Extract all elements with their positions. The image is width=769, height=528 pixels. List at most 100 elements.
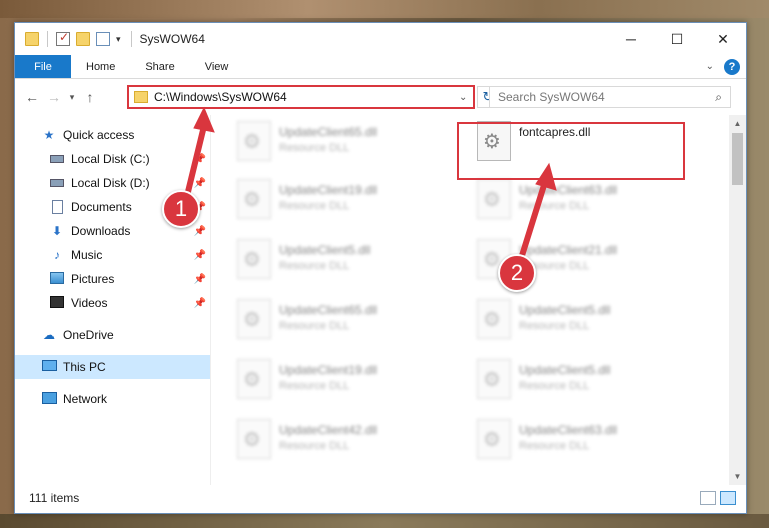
file-item[interactable]: UpdateClient19.dll Resource DLL xyxy=(237,179,463,229)
customize-icon[interactable] xyxy=(96,32,110,46)
file-item[interactable]: UpdateClient65.dll Resource DLL xyxy=(237,121,463,171)
sidebar-item-label: Music xyxy=(71,248,103,262)
sidebar-item-label: Videos xyxy=(71,296,108,310)
pin-icon[interactable]: 📌 xyxy=(194,250,206,261)
sidebar-item-label: Pictures xyxy=(71,272,115,286)
sidebar-item-music[interactable]: ♪ Music 📌 xyxy=(15,243,210,267)
file-list: UpdateClient65.dll Resource DLL UpdateCli… xyxy=(211,115,746,485)
search-icon: ⌕ xyxy=(715,89,722,104)
help-icon[interactable]: ? xyxy=(724,58,740,75)
pin-icon[interactable]: 📌 xyxy=(194,154,206,165)
sidebar-item-label: OneDrive xyxy=(63,328,114,342)
file-type: Resource DLL xyxy=(279,440,350,452)
sidebar-item-this-pc[interactable]: This PC xyxy=(15,355,210,379)
quick-access-dropdown-icon[interactable]: ▾ xyxy=(116,34,121,45)
tab-view[interactable]: View xyxy=(190,55,244,78)
file-type: Resource DLL xyxy=(519,440,590,452)
sidebar-item-network[interactable]: Network xyxy=(15,387,210,411)
sidebar-item-label: Downloads xyxy=(71,224,131,238)
drive-icon xyxy=(50,155,64,163)
file-item[interactable]: UpdateClient63.dll Resource DLL xyxy=(477,179,703,229)
computer-icon xyxy=(41,360,57,371)
toolbar-separator xyxy=(130,31,132,47)
file-item[interactable]: UpdateClient63.dll Resource DLL xyxy=(477,419,703,469)
file-name: UpdateClient21.dll xyxy=(519,243,618,257)
file-item[interactable]: UpdateClient5.dll Resource DLL xyxy=(477,299,703,349)
drive-icon xyxy=(50,179,64,187)
file-item[interactable]: UpdateClient65.dll Resource DLL xyxy=(237,299,463,349)
sidebar-item-label: Local Disk (C:) xyxy=(71,152,150,166)
sidebar-item-videos[interactable]: Videos 📌 xyxy=(15,291,210,315)
search-input[interactable]: Search SysWOW64 xyxy=(498,90,715,104)
file-type: Resource DLL xyxy=(279,200,350,212)
item-count: 111 items xyxy=(29,491,80,505)
folder-icon xyxy=(25,32,39,46)
navigation-pane: ★ Quick access Local Disk (C:) 📌 Local D… xyxy=(15,115,211,485)
file-name: UpdateClient5.dll xyxy=(279,243,371,257)
step-1-callout: 1 xyxy=(162,190,200,228)
file-name: UpdateClient5.dll xyxy=(519,303,611,317)
address-bar[interactable]: C:\Windows\SysWOW64 ⌄ xyxy=(127,85,475,109)
pin-icon[interactable]: 📌 xyxy=(194,226,206,237)
file-name: UpdateClient19.dll xyxy=(279,183,378,197)
vertical-scrollbar[interactable]: ▲ ▼ xyxy=(729,115,746,485)
scroll-up-icon[interactable]: ▲ xyxy=(729,115,746,132)
status-bar: 111 items xyxy=(15,483,746,513)
maximize-button[interactable]: ☐ xyxy=(654,23,700,55)
expand-ribbon-icon[interactable]: ⌄ xyxy=(706,61,714,72)
file-type: Resource DLL xyxy=(279,260,350,272)
pin-icon[interactable]: 📌 xyxy=(194,274,206,285)
sidebar-item-label: Network xyxy=(63,392,108,406)
back-arrow-icon[interactable]: ← xyxy=(21,89,43,105)
file-name: UpdateClient63.dll xyxy=(519,423,618,437)
file-item-fontcapres[interactable]: fontcapres.dll xyxy=(477,121,703,171)
videos-icon xyxy=(50,296,64,308)
tab-home[interactable]: Home xyxy=(71,55,130,78)
new-folder-icon[interactable] xyxy=(76,32,90,46)
explorer-window: ▾ SysWOW64 ─ ☐ ✕ File Home Share View ⌄ … xyxy=(14,22,747,514)
file-item[interactable]: UpdateClient5.dll Resource DLL xyxy=(237,239,463,289)
pin-icon[interactable]: 📌 xyxy=(194,298,206,309)
address-path[interactable]: C:\Windows\SysWOW64 xyxy=(154,90,459,104)
window-title: SysWOW64 xyxy=(139,32,205,46)
file-item[interactable]: UpdateClient5.dll Resource DLL xyxy=(477,359,703,409)
file-item[interactable]: UpdateClient19.dll Resource DLL xyxy=(237,359,463,409)
up-arrow-icon[interactable]: ↑ xyxy=(79,89,101,105)
dll-file-icon xyxy=(237,419,271,459)
forward-arrow-icon[interactable]: → xyxy=(43,89,65,105)
dll-file-icon xyxy=(477,179,511,219)
sidebar-item-onedrive[interactable]: ☁ OneDrive xyxy=(15,323,210,347)
step-2-callout: 2 xyxy=(498,254,536,292)
file-item[interactable]: UpdateClient42.dll Resource DLL xyxy=(237,419,463,469)
file-type: Resource DLL xyxy=(279,320,350,332)
properties-check-icon[interactable] xyxy=(56,30,70,46)
dll-file-icon xyxy=(237,179,271,219)
dll-file-icon xyxy=(237,239,271,279)
file-name: UpdateClient19.dll xyxy=(279,363,378,377)
recent-locations-icon[interactable]: ▾ xyxy=(65,92,79,103)
details-view-icon[interactable] xyxy=(700,491,716,505)
navigation-bar: ← → ▾ ↑ C:\Windows\SysWOW64 ⌄ ↻ Search S… xyxy=(15,79,746,115)
cloud-icon: ☁ xyxy=(43,328,55,342)
download-icon: ⬇ xyxy=(51,224,63,238)
pin-icon[interactable]: 📌 xyxy=(194,178,206,189)
address-dropdown-icon[interactable]: ⌄ xyxy=(459,92,473,103)
sidebar-item-quick-access[interactable]: ★ Quick access xyxy=(15,123,210,147)
close-button[interactable]: ✕ xyxy=(700,23,746,55)
tab-share[interactable]: Share xyxy=(130,55,189,78)
scrollbar-thumb[interactable] xyxy=(732,133,743,185)
tab-file[interactable]: File xyxy=(15,55,71,78)
document-icon xyxy=(51,200,63,214)
sidebar-item-local-disk-c[interactable]: Local Disk (C:) 📌 xyxy=(15,147,210,171)
dll-file-icon xyxy=(477,419,511,459)
search-box[interactable]: Search SysWOW64 ⌕ xyxy=(489,86,731,108)
sidebar-item-label: This PC xyxy=(63,360,106,374)
file-name: UpdateClient65.dll xyxy=(279,125,378,139)
file-type: Resource DLL xyxy=(519,320,590,332)
dll-file-icon xyxy=(477,359,511,399)
sidebar-item-label: Quick access xyxy=(63,128,135,142)
tiles-view-icon[interactable] xyxy=(720,491,736,505)
address-folder-icon xyxy=(134,91,148,103)
sidebar-item-pictures[interactable]: Pictures 📌 xyxy=(15,267,210,291)
minimize-button[interactable]: ─ xyxy=(608,23,654,55)
